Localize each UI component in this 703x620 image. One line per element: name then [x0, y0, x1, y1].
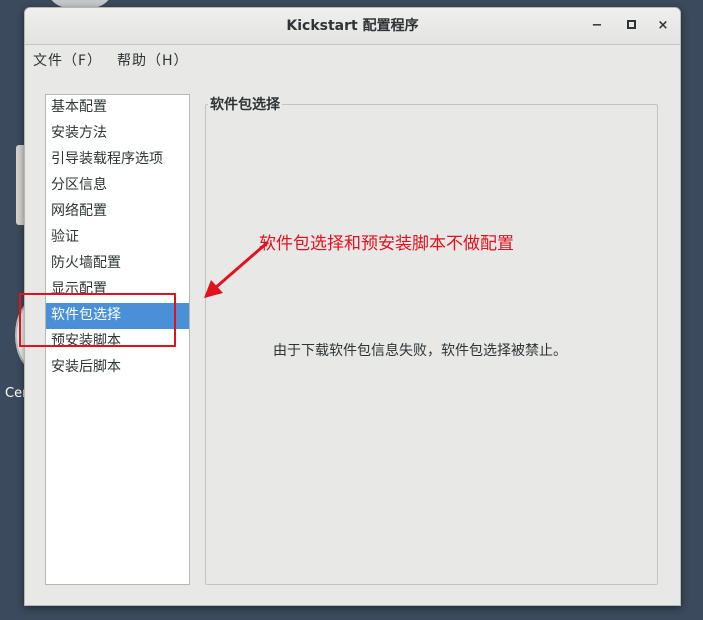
annotation-arrow-icon [204, 240, 269, 298]
